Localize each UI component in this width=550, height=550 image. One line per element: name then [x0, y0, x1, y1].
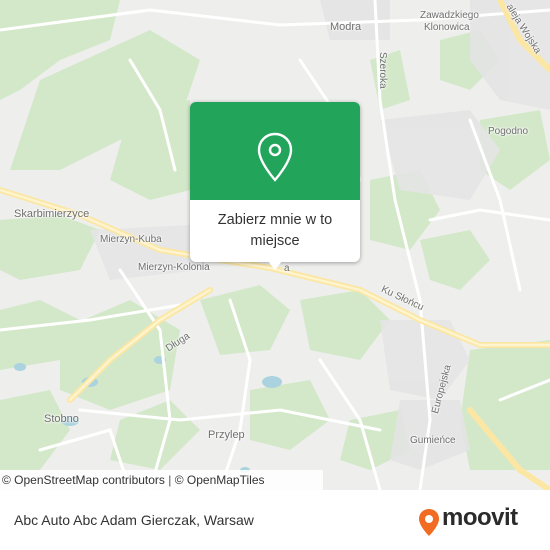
cta-line-1: Zabierz mnie w to — [217, 212, 333, 228]
moovit-pin-icon — [419, 509, 439, 536]
label-skarbimierzyce: Skarbimierzyce — [14, 208, 90, 220]
map-attribution: © OpenStreetMap contributors | © OpenMap… — [0, 470, 323, 490]
label-stobno: Stobno — [44, 413, 79, 425]
label-klonowica: Klonowica — [424, 22, 470, 33]
footer-bar: Abc Auto Abc Adam Gierczak, Warsaw moovi… — [0, 490, 550, 550]
location-pin-icon — [257, 132, 293, 182]
attribution-separator: | — [168, 473, 172, 487]
label-mierzyn-kuba: Mierzyn-Kuba — [100, 234, 162, 245]
moovit-logo[interactable]: moovit — [418, 504, 538, 536]
take-me-there-link[interactable]: Zabierz mnie w to miejsce — [190, 210, 360, 252]
label-modra: Modra — [330, 21, 362, 33]
osm-attribution-link[interactable]: © OpenStreetMap contributors — [2, 473, 165, 487]
label-gumience: Gumieńce — [410, 435, 456, 446]
label-mierzyn-kolonia: Mierzyn-Kolonia — [138, 262, 210, 273]
popup-header — [190, 102, 360, 200]
label-szeroka: Szeroka — [377, 52, 388, 89]
cta-line-2: miejsce — [250, 233, 300, 249]
place-name: Abc Auto Abc Adam Gierczak, Warsaw — [14, 512, 254, 528]
popup-pointer — [268, 261, 282, 270]
label-road-stub: a — [284, 263, 290, 274]
map-view[interactable]: Modra Zawadzkiego Klonowica aleja Wojska… — [0, 0, 550, 490]
openmaptiles-attribution-link[interactable]: © OpenMapTiles — [175, 473, 265, 487]
label-pogodno: Pogodno — [488, 126, 529, 137]
location-popup[interactable]: Zabierz mnie w to miejsce — [190, 102, 360, 262]
label-przylep: Przylep — [208, 429, 245, 441]
moovit-wordmark: moovit — [442, 504, 518, 531]
label-zawadzkiego: Zawadzkiego — [420, 10, 479, 21]
